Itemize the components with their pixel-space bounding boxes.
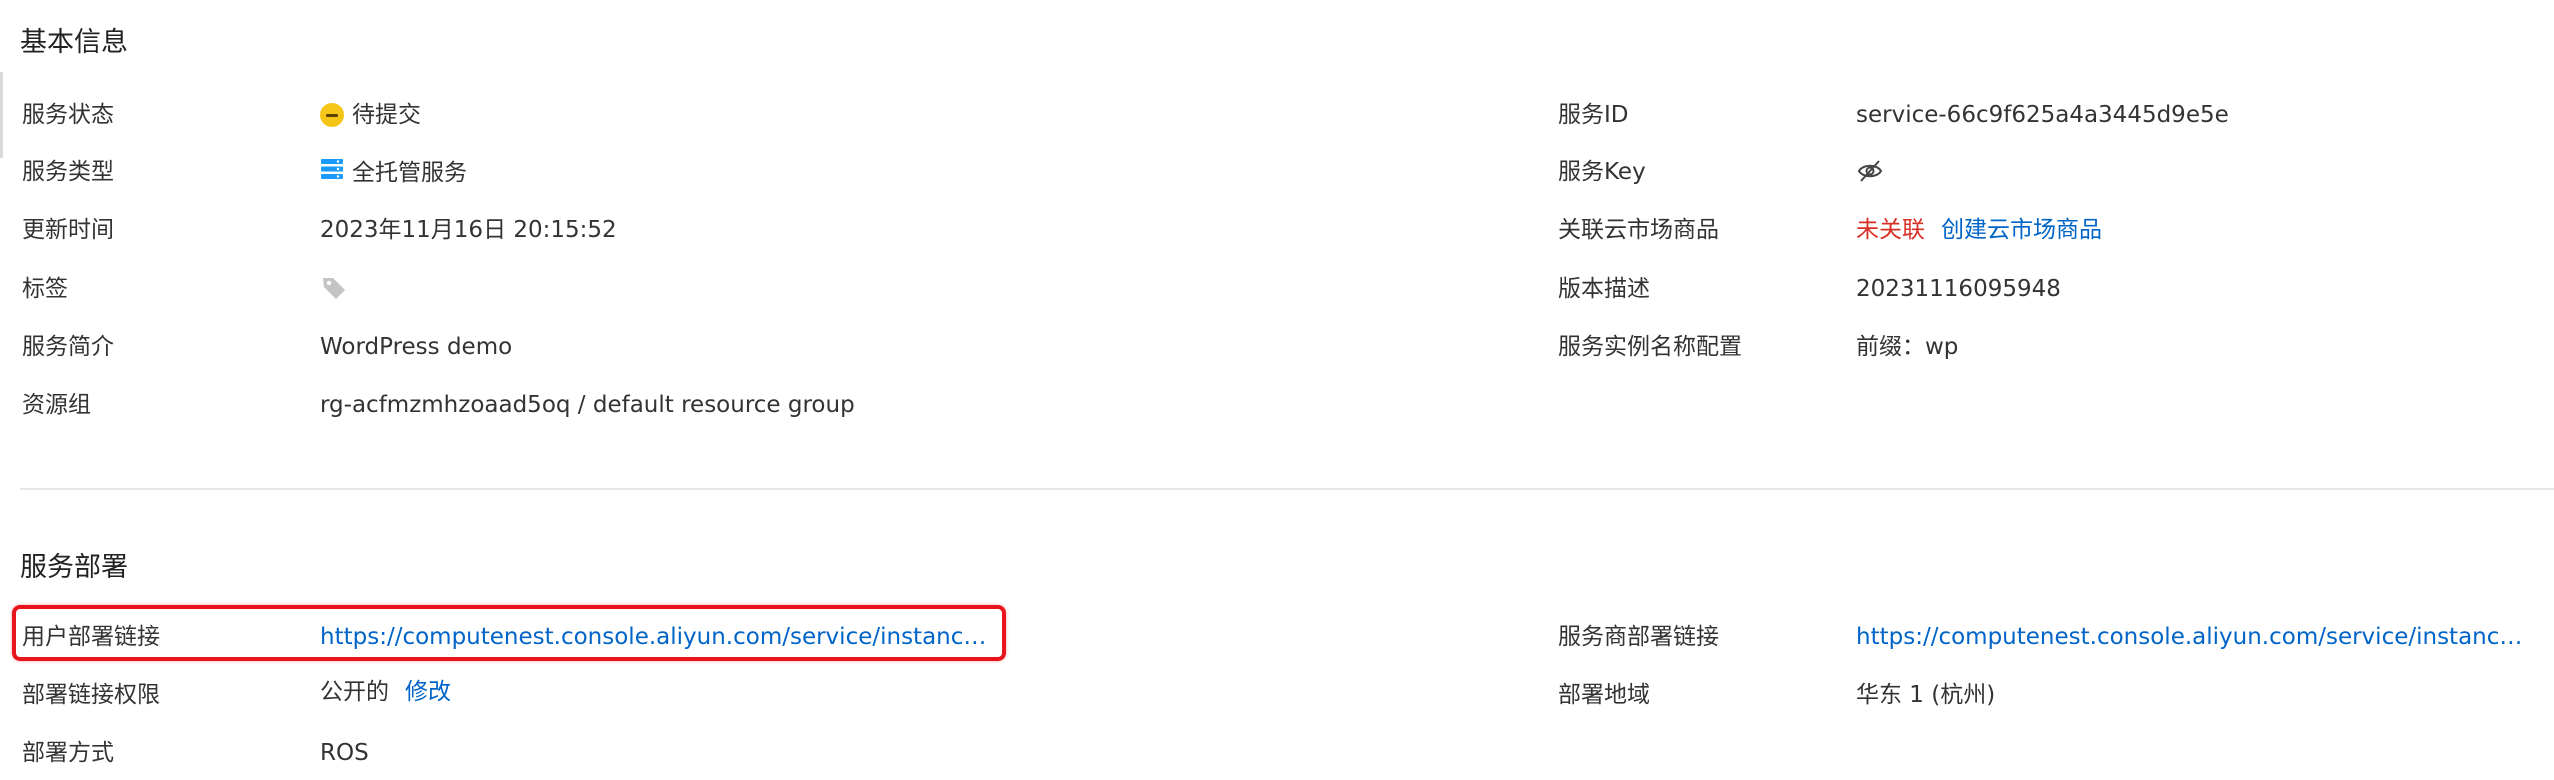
managed-service-icon xyxy=(320,157,344,189)
value-user-deploy-link[interactable]: https://computenest.console.aliyun.com/s… xyxy=(320,622,992,652)
label-instance-name-config: 服务实例名称配置 xyxy=(1558,334,1742,360)
user-deploy-link[interactable]: https://computenest.console.aliyun.com/s… xyxy=(320,622,992,652)
value-instance-name-config: 前缀：wp xyxy=(1856,334,1959,360)
value-service-type: 全托管服务 xyxy=(320,157,467,189)
value-tags[interactable] xyxy=(320,274,348,310)
label-description: 服务简介 xyxy=(22,334,114,360)
value-marketplace-product: 未关联 创建云市场商品 xyxy=(1856,215,2102,245)
label-service-status: 服务状态 xyxy=(22,102,114,128)
label-version-description: 版本描述 xyxy=(1558,276,1650,302)
value-resource-group: rg-acfmzmhzoaad5oq / default resource gr… xyxy=(320,392,855,418)
tag-icon[interactable] xyxy=(320,274,348,310)
value-service-id: service-66c9f625a4a3445d9e5e xyxy=(1856,102,2229,128)
label-user-deploy-link: 用户部署链接 xyxy=(22,624,160,650)
label-service-type: 服务类型 xyxy=(22,159,114,185)
label-tags: 标签 xyxy=(22,276,68,302)
service-status-text: 待提交 xyxy=(352,102,421,128)
value-deploy-link-permission: 公开的 修改 xyxy=(320,677,451,707)
deploy-section-title: 服务部署 xyxy=(20,552,128,583)
label-provider-deploy-link: 服务商部署链接 xyxy=(1558,624,1719,650)
left-edge-marker xyxy=(0,72,3,158)
value-update-time: 2023年11月16日 20:15:52 xyxy=(320,217,617,243)
label-deploy-method: 部署方式 xyxy=(22,740,114,766)
unlinked-status: 未关联 xyxy=(1856,217,1925,243)
service-type-text: 全托管服务 xyxy=(352,160,467,186)
permission-text: 公开的 xyxy=(320,679,389,705)
eye-slash-icon[interactable] xyxy=(1856,157,1884,193)
value-deploy-region: 华东 1 (杭州) xyxy=(1856,682,1996,708)
edit-permission-link[interactable]: 修改 xyxy=(405,677,451,707)
label-update-time: 更新时间 xyxy=(22,217,114,243)
provider-deploy-link[interactable]: https://computenest.console.aliyun.com/s… xyxy=(1856,622,2528,652)
value-deploy-method: ROS xyxy=(320,740,369,766)
value-version-description: 20231116095948 xyxy=(1856,276,2061,302)
pending-status-icon xyxy=(320,103,344,127)
basic-info-title: 基本信息 xyxy=(20,27,128,58)
value-service-key[interactable] xyxy=(1856,157,1884,193)
label-deploy-region: 部署地域 xyxy=(1558,682,1650,708)
label-service-id: 服务ID xyxy=(1558,102,1629,128)
label-resource-group: 资源组 xyxy=(22,392,91,418)
create-marketplace-product-link[interactable]: 创建云市场商品 xyxy=(1941,215,2102,245)
value-service-status: 待提交 xyxy=(320,100,421,130)
value-description: WordPress demo xyxy=(320,334,513,360)
label-deploy-link-permission: 部署链接权限 xyxy=(22,682,160,708)
section-divider xyxy=(20,488,2554,490)
value-provider-deploy-link[interactable]: https://computenest.console.aliyun.com/s… xyxy=(1856,622,2528,652)
label-service-key: 服务Key xyxy=(1558,159,1646,185)
label-marketplace-product: 关联云市场商品 xyxy=(1558,217,1719,243)
